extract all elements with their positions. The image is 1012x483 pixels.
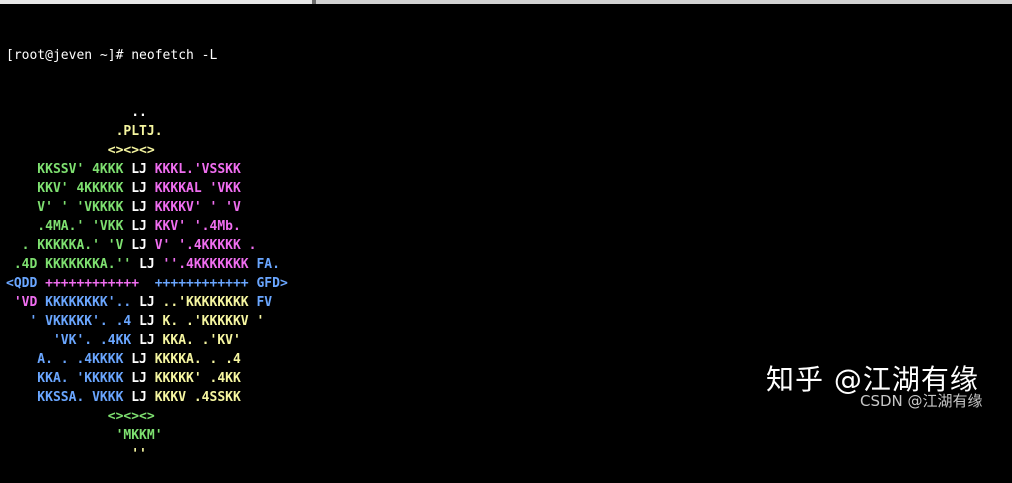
logo-line: ' VKKKKK'. .4 LJ K. .'KKKKKV ' bbox=[6, 312, 1012, 331]
logo-line: <QDD ++++++++++++ ++++++++++++ GFD> bbox=[6, 274, 1012, 293]
logo-segment: LJ bbox=[139, 333, 155, 348]
logo-line: .4MA.' 'VKK LJ KKV' '.4Mb. bbox=[6, 217, 1012, 236]
logo-line: .4D KKKKKKKA.'' LJ ''.4KKKKKKK FA. bbox=[6, 255, 1012, 274]
logo-segment: KKA. .'KV' bbox=[154, 333, 241, 348]
logo-segment: KKA. 'KKKKK bbox=[6, 371, 132, 386]
window-top-bar bbox=[0, 0, 1012, 4]
logo-segment: KKKV .4SSKK bbox=[146, 390, 241, 405]
logo-segment: <><><> bbox=[107, 143, 155, 158]
logo-segment: .PLTJ. bbox=[6, 124, 163, 139]
logo-segment: '' bbox=[6, 447, 147, 462]
logo-segment: LJ bbox=[131, 200, 147, 215]
logo-segment: 'VD bbox=[6, 295, 46, 310]
logo-segment: LJ bbox=[131, 181, 147, 196]
logo-segment: LJ bbox=[131, 352, 147, 367]
command-line: [root@jeven ~]# neofetch -L bbox=[6, 46, 1012, 65]
logo-segment: ' VKKKKK'. .4 bbox=[6, 314, 140, 329]
logo-line: V' ' 'VKKKK LJ KKKKV' ' 'V bbox=[6, 198, 1012, 217]
logo-segment: KKSSA. VKKK bbox=[6, 390, 132, 405]
logo-segment: <><><> bbox=[107, 409, 155, 424]
logo-line: 'VD KKKKKKKK'.. LJ ..'KKKKKKKK FV bbox=[6, 293, 1012, 312]
logo-segment: K. .'KKKKKV ' bbox=[154, 314, 265, 329]
logo-line: .PLTJ. bbox=[6, 122, 1012, 141]
logo-segment: LJ bbox=[131, 371, 147, 386]
csdn-watermark: CSDN @江湖有缘 bbox=[860, 392, 983, 410]
logo-segment: FA. bbox=[256, 257, 280, 272]
shell-command: neofetch -L bbox=[131, 48, 218, 63]
logo-segment: KKKKKKKK'.. bbox=[45, 295, 140, 310]
logo-segment bbox=[6, 409, 108, 424]
shell-prompt: [root@jeven ~]# bbox=[6, 48, 132, 63]
logo-line: KKSSV' 4KKK LJ KKKL.'VSSKK bbox=[6, 160, 1012, 179]
logo-segment: KKKKV' ' 'V bbox=[146, 200, 241, 215]
logo-segment: LJ bbox=[131, 162, 147, 177]
logo-segment bbox=[6, 143, 108, 158]
logo-segment: ++++++++++++ bbox=[139, 276, 257, 291]
logo-line: . KKKKKA.' 'V LJ V' '.4KKKKK . bbox=[6, 236, 1012, 255]
logo-segment: LJ bbox=[131, 219, 147, 234]
tab-strip-active[interactable] bbox=[0, 0, 312, 4]
logo-segment: ''.4KKKKKKK bbox=[154, 257, 257, 272]
logo-segment: .4D KKKKKKKA.'' bbox=[6, 257, 140, 272]
logo-segment: LJ bbox=[139, 257, 155, 272]
tab-strip-inactive[interactable] bbox=[316, 0, 1012, 4]
logo-segment: V' '.4KKKKK . bbox=[146, 238, 257, 253]
logo-segment: .4MA.' 'VKK bbox=[6, 219, 132, 234]
logo-segment: GFD> bbox=[256, 276, 288, 291]
logo-segment: . KKKKKA.' 'V bbox=[6, 238, 132, 253]
logo-segment: ++++++++++++ bbox=[45, 276, 140, 291]
logo-segment: KKKKA. . .4 bbox=[146, 352, 241, 367]
logo-line: <><><> bbox=[6, 141, 1012, 160]
logo-segment: KKKL.'VSSKK bbox=[146, 162, 241, 177]
logo-segment: 'MKKM' bbox=[6, 428, 163, 443]
logo-segment: LJ bbox=[139, 295, 155, 310]
logo-line: '' bbox=[6, 445, 1012, 464]
logo-line: .. bbox=[6, 103, 1012, 122]
logo-segment: A. . .4KKKK bbox=[6, 352, 132, 367]
logo-line: 'VK'. .4KK LJ KKA. .'KV' bbox=[6, 331, 1012, 350]
logo-segment: .. bbox=[6, 105, 147, 120]
logo-line: 'MKKM' bbox=[6, 426, 1012, 445]
logo-segment: KKV' 4KKKKK bbox=[6, 181, 132, 196]
logo-segment: FV bbox=[256, 295, 273, 310]
logo-line: KKV' 4KKKKK LJ KKKKAL 'VKK bbox=[6, 179, 1012, 198]
logo-segment: KKSSV' 4KKK bbox=[6, 162, 132, 177]
logo-segment: KKV' '.4Mb. bbox=[146, 219, 241, 234]
logo-segment: KKKKAL 'VKK bbox=[146, 181, 241, 196]
logo-segment: LJ bbox=[131, 390, 147, 405]
logo-segment: <QDD bbox=[6, 276, 46, 291]
logo-segment: KKKKK' .4KK bbox=[146, 371, 241, 386]
logo-segment: LJ bbox=[131, 238, 147, 253]
logo-segment: LJ bbox=[139, 314, 155, 329]
logo-segment: ..'KKKKKKKK bbox=[154, 295, 257, 310]
logo-segment: V' ' 'VKKKK bbox=[6, 200, 132, 215]
logo-segment: 'VK'. .4KK bbox=[6, 333, 140, 348]
